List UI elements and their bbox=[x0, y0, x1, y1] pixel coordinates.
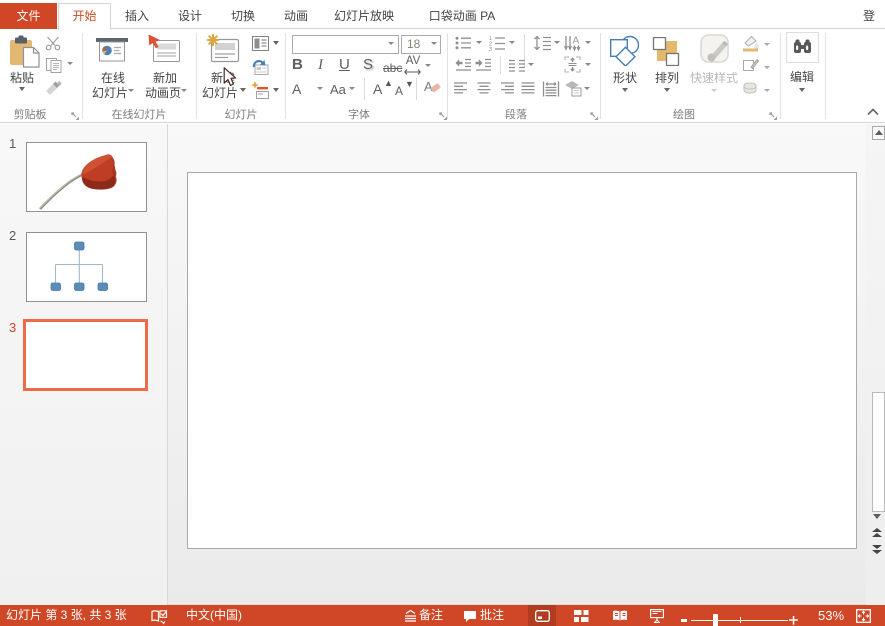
svg-text:A: A bbox=[573, 36, 580, 47]
svg-text:3: 3 bbox=[489, 47, 492, 51]
